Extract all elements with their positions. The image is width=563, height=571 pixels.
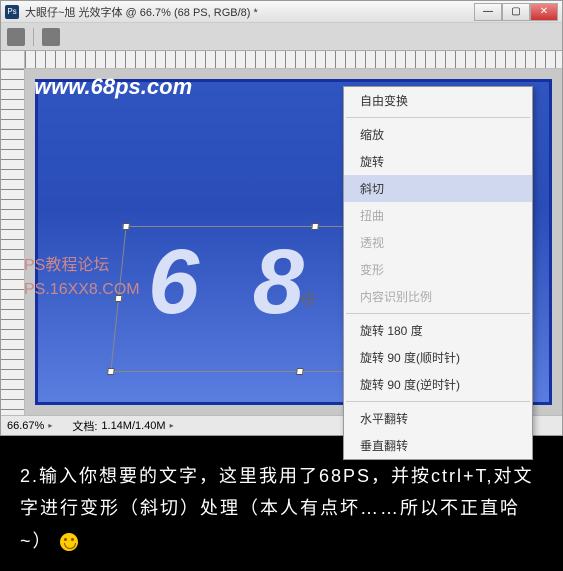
- handle-bottom-middle[interactable]: [296, 368, 304, 375]
- close-button[interactable]: ✕: [530, 3, 558, 21]
- menu-item[interactable]: 旋转 90 度(顺时针): [344, 344, 532, 371]
- watermark-forum: PS教程论坛 PS.16XX8.COM: [24, 254, 140, 302]
- watermark-url: www.68ps.com: [34, 74, 192, 100]
- app-window: Ps 大眼仔~旭 光效字体 @ 66.7% (68 PS, RGB/8) * —…: [0, 0, 563, 436]
- window-controls: — ▢ ✕: [474, 3, 558, 21]
- window-title: 大眼仔~旭 光效字体 @ 66.7% (68 PS, RGB/8) *: [25, 4, 474, 20]
- menu-separator: [346, 401, 530, 402]
- zoom-value: 66.67%: [7, 420, 44, 432]
- separator: [33, 28, 34, 46]
- chevron-right-icon: ▸: [170, 421, 174, 430]
- doc-size[interactable]: 文档: 1.14M/1.40M ▸: [72, 418, 173, 434]
- handle-top-middle[interactable]: [311, 223, 319, 230]
- menu-separator: [346, 117, 530, 118]
- minimize-button[interactable]: —: [474, 3, 502, 21]
- menu-item[interactable]: 旋转 180 度: [344, 317, 532, 344]
- menu-item: 内容识别比例: [344, 283, 532, 310]
- maximize-button[interactable]: ▢: [502, 3, 530, 21]
- grin-emoji-icon: [60, 533, 78, 551]
- menu-item[interactable]: 旋转 90 度(逆时针): [344, 371, 532, 398]
- menu-item: 变形: [344, 256, 532, 283]
- menu-item[interactable]: 自由变换: [344, 87, 532, 114]
- handle-top-left[interactable]: [122, 223, 130, 230]
- reference-point-icon[interactable]: [42, 28, 60, 46]
- menu-item: 透视: [344, 229, 532, 256]
- watermark-forum-line1: PS教程论坛: [24, 254, 140, 278]
- menu-separator: [346, 313, 530, 314]
- chevron-right-icon: ▸: [48, 421, 52, 430]
- context-menu: 自由变换缩放旋转斜切扭曲透视变形内容识别比例旋转 180 度旋转 90 度(顺时…: [343, 86, 533, 460]
- menu-item[interactable]: 缩放: [344, 121, 532, 148]
- handle-bottom-left[interactable]: [107, 368, 115, 375]
- doc-value: 1.14M/1.40M: [101, 420, 165, 432]
- options-bar: [1, 23, 562, 51]
- titlebar[interactable]: Ps 大眼仔~旭 光效字体 @ 66.7% (68 PS, RGB/8) * —…: [1, 1, 562, 23]
- zoom-level[interactable]: 66.67% ▸: [7, 420, 52, 432]
- caption-text: 2.输入你想要的文字，这里我用了68PS，并按ctrl+T,对文字进行变形（斜切…: [20, 466, 534, 551]
- ruler-horizontal[interactable]: [25, 51, 562, 69]
- watermark-forum-line2: PS.16XX8.COM: [24, 278, 140, 302]
- menu-item[interactable]: 旋转: [344, 148, 532, 175]
- ruler-area: [1, 51, 562, 69]
- doc-label: 文档:: [72, 418, 97, 434]
- menu-item[interactable]: 垂直翻转: [344, 432, 532, 459]
- ruler-vertical[interactable]: [1, 69, 25, 415]
- menu-item[interactable]: 斜切: [344, 175, 532, 202]
- ruler-corner: [1, 51, 25, 69]
- ps-icon: Ps: [5, 5, 19, 19]
- transform-center-icon[interactable]: [301, 293, 314, 305]
- menu-item: 扭曲: [344, 202, 532, 229]
- transform-anchor-icon[interactable]: [7, 28, 25, 46]
- menu-item[interactable]: 水平翻转: [344, 405, 532, 432]
